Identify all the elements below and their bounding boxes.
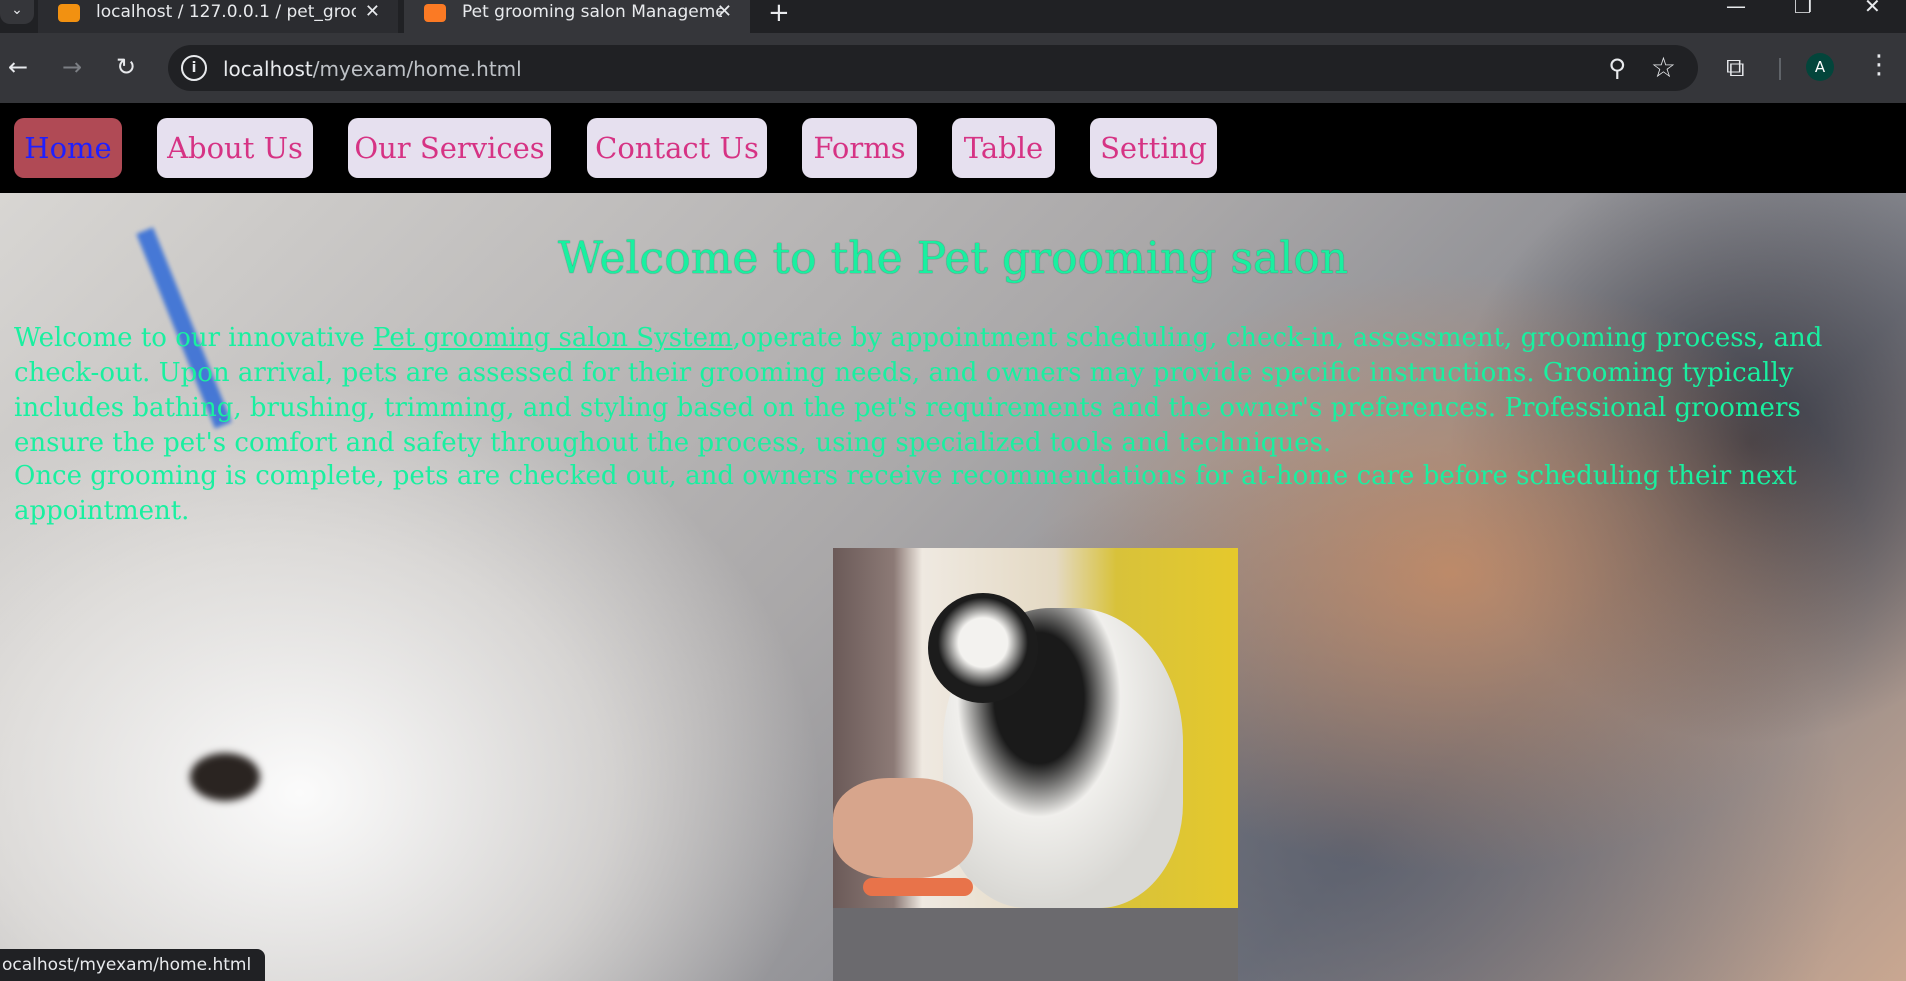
tab-close-icon[interactable]: ✕ — [717, 0, 732, 28]
link-status-bubble: ocalhost/myexam/home.html — [0, 949, 266, 981]
zoom-icon[interactable]: ⚲ — [1608, 54, 1626, 82]
grooming-brush — [863, 878, 973, 896]
toolbar-divider — [1779, 58, 1781, 80]
url-host: localhost — [223, 57, 313, 81]
tab-title: localhost / 127.0.0.1 / pet_groo — [96, 2, 356, 22]
dog-head — [928, 593, 1038, 703]
xampp-favicon-icon — [424, 4, 446, 22]
tab-title: Pet grooming salon Manageme — [462, 2, 722, 22]
address-url[interactable]: localhost/myexam/home.html — [223, 57, 522, 81]
site-info-icon[interactable]: i — [181, 55, 207, 81]
system-link[interactable]: Pet grooming salon System — [373, 323, 733, 353]
nav-home[interactable]: Home — [14, 118, 122, 178]
tab-close-icon[interactable]: ✕ — [365, 0, 380, 28]
profile-avatar[interactable]: A — [1806, 53, 1834, 81]
background-dog-eye — [190, 753, 260, 801]
url-path: /myexam/home.html — [312, 57, 522, 81]
tab-pet-grooming[interactable]: Pet grooming salon Manageme ✕ — [404, 0, 750, 33]
intro-prefix: Welcome to our innovative — [14, 323, 374, 353]
tab-search-chevron-down-icon[interactable]: ⌄ — [0, 0, 34, 24]
site-navbar: Home About Us Our Services Contact Us Fo… — [0, 103, 1906, 193]
nav-about-us[interactable]: About Us — [157, 118, 313, 178]
tab-strip: ⌄ localhost / 127.0.0.1 / pet_groo ✕ Pet… — [0, 0, 1906, 33]
nav-forms[interactable]: Forms — [802, 118, 917, 178]
nav-table[interactable]: Table — [952, 118, 1055, 178]
groomer-hand — [833, 778, 973, 878]
page-title: Welcome to the Pet grooming salon — [557, 233, 1349, 284]
nav-setting[interactable]: Setting — [1090, 118, 1217, 178]
groomed-dog-image — [833, 548, 1238, 981]
browser-toolbar: ← → ↻ i localhost/myexam/home.html ⚲ ☆ ⧉… — [0, 33, 1906, 103]
intro-paragraph: Welcome to our innovative Pet grooming s… — [14, 321, 1894, 461]
menu-kebab-icon[interactable]: ⋮ — [1866, 50, 1892, 80]
extensions-icon[interactable]: ⧉ — [1726, 53, 1745, 84]
back-icon[interactable]: ← — [8, 53, 28, 81]
reload-icon[interactable]: ↻ — [116, 53, 136, 81]
minimize-icon[interactable]: — — [1726, 0, 1746, 18]
address-bar[interactable]: i localhost/myexam/home.html ⚲ ☆ — [168, 45, 1698, 91]
phpmyadmin-favicon-icon — [58, 4, 80, 22]
nav-our-services[interactable]: Our Services — [348, 118, 551, 178]
hero-section: Welcome to the Pet grooming salon Welcom… — [0, 193, 1906, 981]
tab-phpmyadmin[interactable]: localhost / 127.0.0.1 / pet_groo ✕ — [38, 0, 398, 33]
close-window-icon[interactable]: ✕ — [1864, 0, 1881, 18]
restore-icon[interactable]: ❐ — [1794, 0, 1812, 18]
new-tab-icon[interactable]: + — [768, 0, 790, 28]
forward-icon[interactable]: → — [62, 53, 82, 81]
bookmark-star-icon[interactable]: ☆ — [1651, 51, 1676, 84]
grooming-table — [833, 908, 1238, 981]
page-viewport: Home About Us Our Services Contact Us Fo… — [0, 103, 1906, 981]
checkout-paragraph: Once grooming is complete, pets are chec… — [14, 461, 1797, 526]
nav-contact-us[interactable]: Contact Us — [587, 118, 767, 178]
